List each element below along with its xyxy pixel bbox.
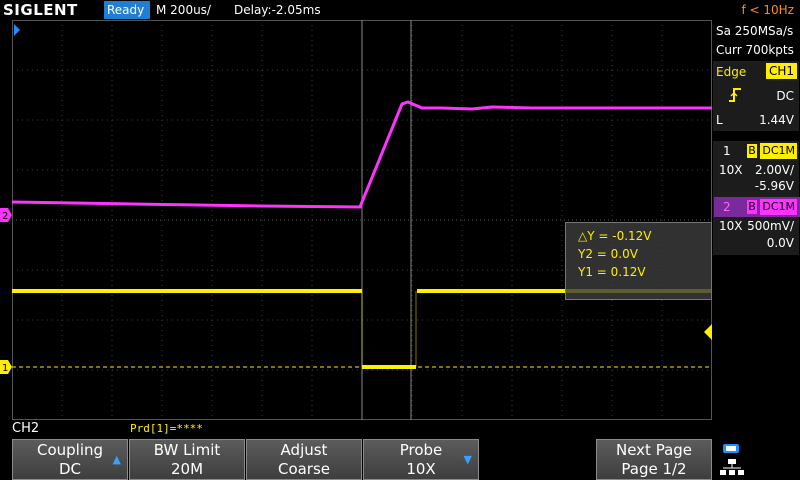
next-page-label: Next Page — [615, 441, 693, 459]
ch2-scale: 500mV/ — [747, 219, 794, 233]
trigger-panel[interactable]: Edge CH1 DC L 1.44V — [713, 61, 799, 131]
top-status-bar: SIGLENT Ready M 200us/ Delay:-2.05ms f <… — [0, 0, 800, 20]
coupling-value: DC — [58, 460, 82, 478]
ch2-offset: 0.0V — [766, 236, 794, 250]
chevron-down-icon: ▼ — [463, 453, 472, 466]
adjust-value: Coarse — [277, 460, 331, 478]
adjust-label: Adjust — [280, 441, 328, 459]
svg-text:1: 1 — [2, 363, 8, 374]
ch2-offset-marker[interactable]: 2 — [0, 208, 12, 222]
network-icon — [720, 444, 744, 475]
coupling-label: Coupling — [36, 441, 104, 459]
probe-softkey[interactable]: Probe 10X ▼ — [363, 439, 479, 480]
y2-readout: Y2 = 0.0V — [578, 247, 638, 261]
ch1-probe: 10X — [719, 163, 743, 177]
bw-limit-softkey[interactable]: BW Limit 20M — [129, 439, 245, 480]
memory-depth: Curr 700kpts — [716, 43, 794, 57]
ch2-bw-badge: B — [747, 200, 757, 214]
trigger-source-badge: CH1 — [765, 63, 797, 79]
ch1-offset: -5.96V — [754, 179, 794, 193]
trigger-level-icon — [704, 324, 712, 340]
trigger-level: 1.44V — [759, 113, 794, 127]
delta-y-readout: △Y = -0.12V — [578, 229, 652, 243]
softkey-bar: Coupling DC ▲ BW Limit 20M Adjust Coarse… — [0, 439, 800, 480]
next-page-softkey[interactable]: Next Page Page 1/2 — [596, 439, 712, 480]
frequency-readout: f < 10Hz — [741, 3, 795, 17]
trigger-coupling: DC — [776, 89, 794, 103]
graticule — [12, 20, 712, 420]
rising-edge-icon — [729, 88, 741, 102]
trigger-type-label: Edge — [716, 65, 747, 79]
ch1-number: 1 — [723, 144, 731, 158]
probe-label: Probe — [399, 441, 443, 459]
ch2-probe: 10X — [719, 219, 743, 233]
active-channel-label: CH2 — [12, 421, 40, 436]
ch1-bw-badge: B — [747, 144, 757, 158]
svg-text:2: 2 — [2, 211, 8, 222]
period-measurement: Prd[1]=**** — [130, 422, 203, 435]
coupling-softkey[interactable]: Coupling DC ▲ — [12, 439, 128, 480]
sample-rate: Sa 250MSa/s — [716, 24, 794, 38]
ch2-number: 2 — [723, 200, 731, 214]
timebase-readout: M 200us/ — [156, 3, 211, 17]
probe-value: 10X — [406, 460, 436, 478]
waveform-display[interactable] — [12, 20, 712, 420]
run-status-badge[interactable]: Ready — [104, 1, 150, 19]
page-indicator: Page 1/2 — [621, 460, 687, 478]
ch1-offset-marker[interactable]: 1 — [0, 360, 12, 374]
trigger-position-icon — [14, 24, 20, 36]
cursor-readout: △Y = -0.12V Y2 = 0.0V Y1 = 0.12V — [565, 222, 712, 300]
bw-limit-label: BW Limit — [153, 441, 221, 459]
y1-readout: Y1 = 0.12V — [578, 265, 646, 279]
adjust-softkey[interactable]: Adjust Coarse — [246, 439, 362, 480]
trigger-level-label: L — [716, 113, 723, 127]
chevron-up-icon: ▲ — [112, 453, 121, 466]
ch2-info-panel[interactable]: 2 B DC1M 10X 500mV/ 0.0V — [713, 197, 800, 255]
ch1-info-panel[interactable]: 1 B DC1M 10X 2.00V/ -5.96V — [713, 141, 799, 197]
ch2-coupling: DC1M — [760, 199, 797, 215]
ch1-coupling: DC1M — [760, 143, 797, 159]
delay-readout: Delay:-2.05ms — [234, 3, 321, 17]
brand-logo: SIGLENT — [3, 1, 78, 19]
bw-limit-value: 20M — [170, 460, 204, 478]
right-info-panel: Sa 250MSa/s Curr 700kpts Edge CH1 DC L 1… — [712, 20, 800, 420]
